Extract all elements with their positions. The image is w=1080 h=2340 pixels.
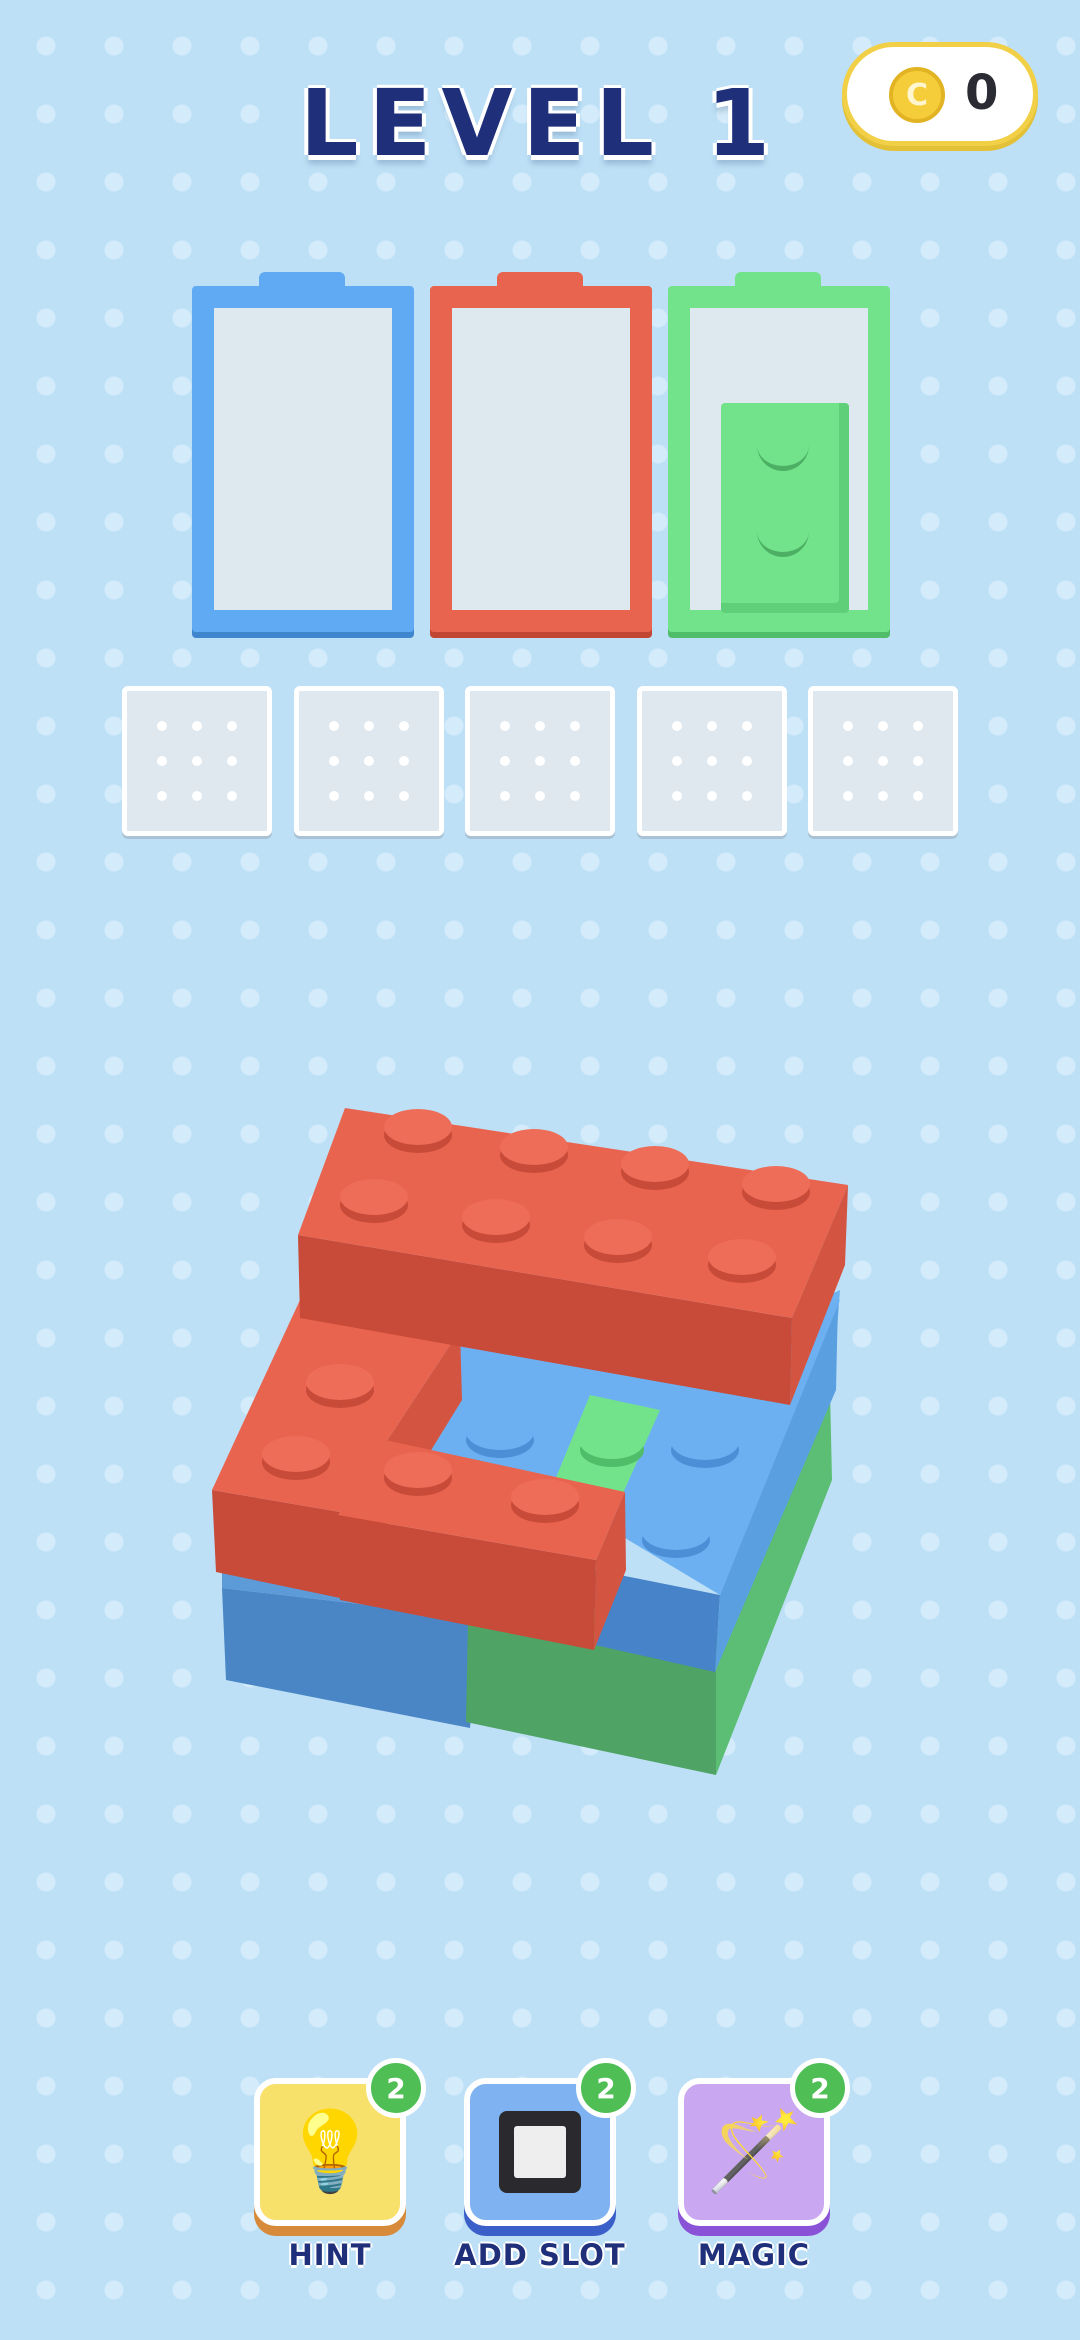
coin-icon: C	[889, 67, 945, 123]
hint-count-badge: 2	[366, 2058, 426, 2118]
brick-slot[interactable]	[122, 686, 272, 836]
magic-label: MAGIC	[697, 2238, 811, 2272]
brick-slot[interactable]	[808, 686, 958, 836]
lightbulb-icon: 💡	[281, 2107, 379, 2197]
brick-slot[interactable]	[637, 686, 787, 836]
brick-slot[interactable]	[465, 686, 615, 836]
container-body	[192, 286, 414, 632]
blue-brick-container	[192, 272, 414, 632]
magic-count-badge: 2	[790, 2058, 850, 2118]
coin-count: 0	[965, 65, 999, 121]
brick-slot[interactable]	[294, 686, 444, 836]
red-brick-container	[430, 272, 652, 632]
brick-pile	[212, 1108, 848, 1775]
container-body	[430, 286, 652, 632]
add-slot-count-badge: 2	[576, 2058, 636, 2118]
coin-counter: C 0	[842, 42, 1038, 146]
brick-stud	[757, 445, 809, 471]
collected-green-brick	[721, 403, 849, 613]
slot-square-icon	[499, 2111, 581, 2193]
magic-wand-icon: 🪄	[705, 2107, 803, 2197]
brick-stud	[757, 531, 809, 557]
